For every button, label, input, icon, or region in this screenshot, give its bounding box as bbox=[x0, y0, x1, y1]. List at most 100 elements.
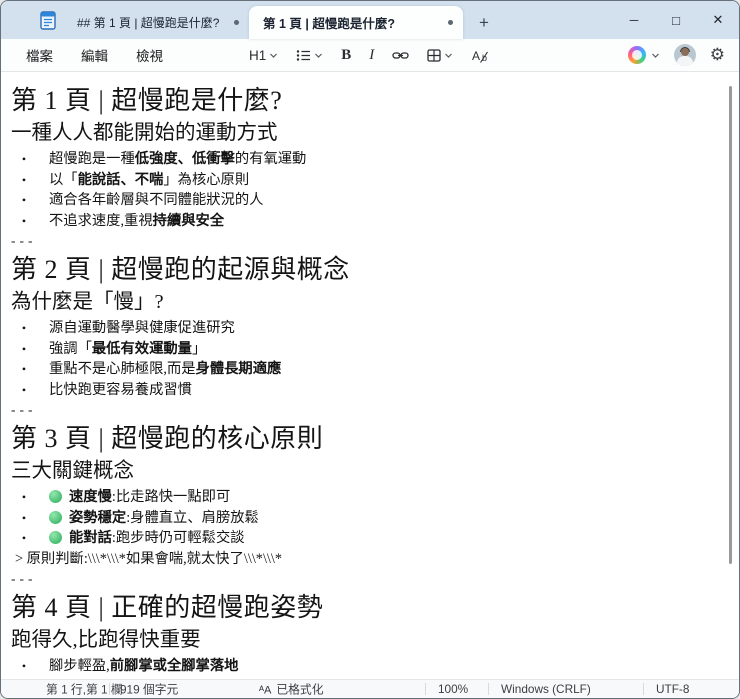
bold-text: 前腳掌或全腳掌落地 bbox=[109, 658, 239, 674]
vertical-scrollbar-thumb[interactable] bbox=[729, 86, 732, 564]
unsaved-dot bbox=[234, 20, 239, 25]
chevron-down-icon bbox=[444, 51, 453, 60]
doc-heading-1: 第 3 頁 | 超慢跑的核心原則 bbox=[11, 424, 324, 453]
minimize-button[interactable]: ─ bbox=[613, 1, 655, 39]
list-item-text: 能對話:跑步時仍可輕鬆交談 bbox=[35, 528, 245, 549]
bold-text: 能對話 bbox=[69, 530, 112, 546]
menu-file[interactable]: 檔案 bbox=[13, 40, 66, 70]
copilot-button[interactable] bbox=[624, 43, 664, 67]
list-item: • 以「能說話、不喘」為核心原則 bbox=[11, 170, 721, 191]
link-icon bbox=[392, 49, 409, 62]
bold-text: 最低有效運動量 bbox=[91, 340, 192, 357]
formatted-label: 已格式化 bbox=[276, 682, 324, 697]
unsaved-dot bbox=[448, 20, 453, 25]
markdown-divider: --- bbox=[11, 233, 37, 248]
markdown-divider: --- bbox=[11, 571, 37, 586]
bold-text: 姿勢穩定 bbox=[69, 509, 127, 526]
list-item: • 適合各年齡層與不同體能狀況的人 bbox=[11, 190, 721, 211]
chevron-down-icon bbox=[651, 51, 660, 60]
heading-style-button[interactable]: H1 bbox=[242, 44, 285, 67]
list-item: • 速度慢:比走路快一點即可 bbox=[11, 487, 721, 508]
tab-label: ## 第 1 頁 | 超慢跑是什麼? bbox=[77, 16, 220, 30]
bold-button[interactable]: B bbox=[334, 43, 358, 68]
new-tab-button[interactable]: + bbox=[469, 7, 499, 37]
tab-document-1[interactable]: ## 第 1 頁 | 超慢跑是什麼? bbox=[63, 6, 249, 39]
list-button[interactable] bbox=[289, 45, 330, 66]
bullet-icon: • bbox=[21, 213, 27, 228]
bullet-icon: • bbox=[21, 172, 27, 187]
markdown-divider: --- bbox=[11, 402, 37, 417]
text: 以「 bbox=[49, 171, 78, 188]
encoding: UTF-8 bbox=[656, 682, 690, 696]
toolbar-right-group: ⚙ bbox=[624, 43, 729, 67]
text: 腳步輕盈, bbox=[49, 658, 110, 674]
char-count: 919 個字元 bbox=[120, 682, 179, 697]
menu-edit[interactable]: 編輯 bbox=[68, 40, 121, 70]
list-item-text: 姿勢穩定:身體直立、肩膀放鬆 bbox=[35, 508, 259, 529]
text: 不追求速度,重視 bbox=[49, 212, 153, 229]
text: 」 bbox=[191, 340, 207, 357]
chevron-down-icon bbox=[314, 51, 323, 60]
list-item-text: 重點不是心肺極限,而是身體長期適應 bbox=[35, 359, 281, 380]
bullet-icon: • bbox=[21, 659, 27, 673]
list-item: • 腳步輕盈,前腳掌或全腳掌落地 bbox=[11, 656, 721, 677]
toolbar: 檔案 編輯 檢視 H1 B I A b ⚙ bbox=[1, 39, 739, 72]
heading-style-label: H1 bbox=[249, 47, 267, 63]
clear-formatting-icon: A b bbox=[471, 48, 490, 63]
text: :身體直立、肩膀放鬆 bbox=[126, 509, 259, 526]
green-circle-icon bbox=[49, 490, 62, 503]
bold-text: 身體長期適應 bbox=[195, 361, 282, 377]
table-button[interactable] bbox=[420, 45, 460, 66]
formatted-text-icon: ᴬA bbox=[259, 684, 272, 697]
green-circle-icon bbox=[49, 531, 62, 544]
link-button[interactable] bbox=[385, 45, 416, 66]
text: 的有氧運動 bbox=[234, 151, 307, 167]
title-bar: ## 第 1 頁 | 超慢跑是什麼? 第 1 頁 | 超慢跑是什麼? + ─ □… bbox=[1, 1, 739, 39]
italic-button[interactable]: I bbox=[362, 43, 381, 68]
list-item: • 強調「最低有效運動量」 bbox=[11, 339, 721, 360]
list-item: • 重點不是心肺極限,而是身體長期適應 bbox=[11, 359, 721, 380]
bold-text: 低強度、低衝擊 bbox=[134, 151, 235, 167]
text: :比走路快一點即可 bbox=[111, 489, 231, 505]
tab-document-2-active[interactable]: 第 1 頁 | 超慢跑是什麼? bbox=[249, 6, 463, 39]
table-icon bbox=[427, 48, 441, 62]
text: :跑步時仍可輕鬆交談 bbox=[111, 530, 245, 546]
formatted-status: ᴬA 已格式化 bbox=[259, 681, 324, 698]
list-item-text: 超慢跑是一種低強度、低衝擊的有氧運動 bbox=[35, 149, 306, 170]
doc-heading-1: 第 1 頁 | 超慢跑是什麼? bbox=[11, 86, 283, 115]
list-item: • 不追求速度,重視持續與安全 bbox=[11, 211, 721, 232]
statusbar-divider bbox=[425, 683, 426, 695]
tab-label: 第 1 頁 | 超慢跑是什麼? bbox=[263, 17, 395, 31]
avatar-shoulders bbox=[676, 56, 693, 66]
bullet-icon: • bbox=[21, 362, 27, 376]
bullet-icon: • bbox=[21, 152, 27, 166]
clear-formatting-button[interactable]: A b bbox=[464, 44, 497, 67]
status-bar: 第 1 行,第 1 欄 919 個字元 ᴬA 已格式化 100% Windows … bbox=[1, 679, 739, 698]
list-item-text: 強調「最低有效運動量」 bbox=[35, 339, 206, 360]
list-item: • 源自運動醫學與健康促進研究 bbox=[11, 318, 721, 339]
editor[interactable]: 第 1 頁 | 超慢跑是什麼? 一種人人都能開始的運動方式 • 超慢跑是一種低強度、低… bbox=[1, 72, 739, 679]
statusbar-divider bbox=[109, 683, 110, 695]
close-button[interactable]: ✕ bbox=[697, 1, 739, 39]
list-item-text: 源自運動醫學與健康促進研究 bbox=[35, 318, 235, 339]
list-item: • 超慢跑是一種低強度、低衝擊的有氧運動 bbox=[11, 149, 721, 170]
line-ending: Windows (CRLF) bbox=[501, 682, 591, 696]
text: 重點不是心肺極限,而是 bbox=[49, 361, 196, 377]
doc-heading-2: 為什麼是「慢」? bbox=[11, 291, 164, 313]
green-circle-icon bbox=[49, 510, 62, 524]
settings-gear-icon[interactable]: ⚙ bbox=[706, 43, 729, 67]
account-avatar[interactable] bbox=[673, 44, 696, 66]
list-item: • 姿勢穩定:身體直立、肩膀放鬆 bbox=[11, 508, 721, 529]
maximize-button[interactable]: □ bbox=[655, 1, 697, 39]
menu-view[interactable]: 檢視 bbox=[123, 40, 176, 70]
window-controls: ─ □ ✕ bbox=[613, 1, 739, 39]
zoom-level: 100% bbox=[438, 682, 469, 696]
notepad-window: ## 第 1 頁 | 超慢跑是什麼? 第 1 頁 | 超慢跑是什麼? + ─ □… bbox=[0, 0, 740, 699]
text: 適合各年齡層與不同體能狀況的人 bbox=[49, 192, 264, 208]
bullet-icon: • bbox=[21, 382, 27, 397]
bold-text: 速度慢 bbox=[69, 489, 112, 505]
bold-text: 持續與安全 bbox=[152, 212, 225, 229]
chevron-down-icon bbox=[269, 51, 278, 60]
bold-text: 能說話、不喘 bbox=[77, 171, 164, 188]
bullet-icon: • bbox=[21, 341, 27, 356]
